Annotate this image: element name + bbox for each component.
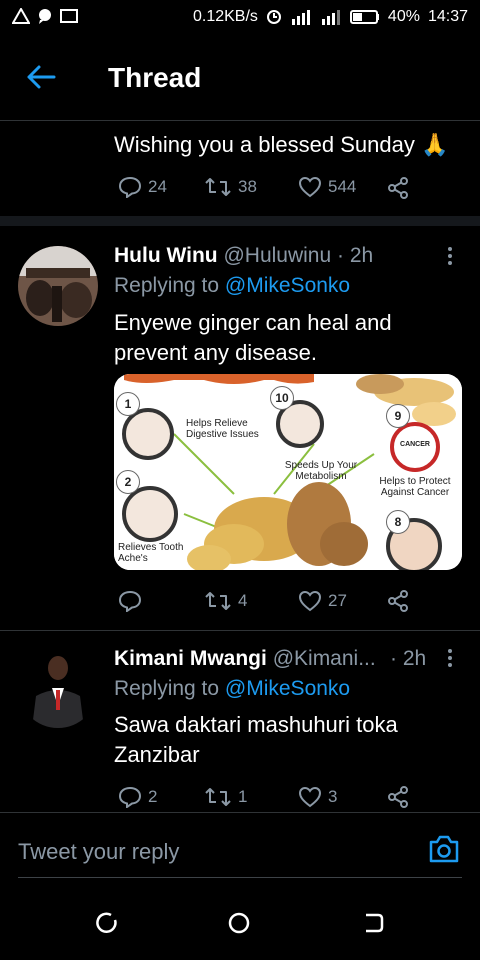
image-label: Relieves Tooth Ache's — [118, 542, 184, 564]
share-icon — [388, 590, 408, 612]
share-button[interactable] — [386, 176, 410, 200]
retweet-icon — [205, 178, 231, 196]
avatar[interactable] — [18, 648, 98, 728]
number-badge: 8 — [386, 510, 410, 534]
like-count: 3 — [328, 787, 338, 806]
reply-button[interactable] — [118, 590, 148, 612]
reply-button[interactable]: 24 — [118, 176, 167, 198]
cancer-icon: CANCER — [390, 422, 440, 472]
battery-icon — [349, 10, 379, 24]
more-icon[interactable] — [444, 648, 456, 668]
replying-prefix: Replying to — [114, 677, 220, 700]
tweet-time: · 2h — [337, 244, 374, 267]
reply-icon — [118, 590, 142, 612]
mention-link[interactable]: @MikeSonko — [225, 677, 350, 700]
battery-percent: 40% — [387, 8, 420, 25]
retweet-count: 4 — [238, 591, 248, 610]
cast-icon — [60, 9, 78, 23]
tweet-header: Kimani Mwangi @Kimani... — [114, 647, 376, 671]
retweet-count: 38 — [238, 177, 257, 196]
number-badge: 10 — [270, 386, 294, 410]
reply-button[interactable]: 2 — [118, 786, 157, 808]
image-label: Helps to Protect Against Cancer — [379, 476, 451, 498]
back-arrow-icon[interactable] — [26, 64, 56, 90]
like-icon — [298, 590, 322, 612]
toothache-icon — [122, 486, 178, 542]
tweet-header: Hulu Winu @Huluwinu · 2h — [114, 244, 373, 268]
share-icon — [388, 786, 408, 808]
avatar[interactable] — [18, 246, 98, 326]
page-title: Thread — [108, 62, 202, 93]
section-divider — [0, 216, 480, 226]
user-handle[interactable]: @Kimani... — [273, 647, 376, 670]
main-tweet-text: Wishing you a blessed Sunday 🙏 — [114, 132, 449, 157]
user-name[interactable]: Kimani Mwangi — [114, 647, 267, 670]
number-badge: 1 — [116, 392, 140, 416]
like-button[interactable]: 3 — [298, 786, 337, 808]
share-button[interactable] — [386, 589, 410, 613]
home-icon[interactable] — [228, 912, 250, 934]
signal-icon-2 — [321, 10, 340, 25]
replying-to: Replying to @MikeSonko — [114, 677, 350, 701]
system-nav-bar — [0, 880, 480, 960]
retweet-button[interactable]: 1 — [204, 786, 247, 808]
reply-icon — [118, 176, 142, 198]
replying-to: Replying to @MikeSonko — [114, 274, 350, 298]
retweet-icon — [205, 788, 231, 806]
share-icon — [388, 177, 408, 199]
retweet-button[interactable]: 38 — [204, 176, 257, 198]
retweet-count: 1 — [238, 787, 248, 806]
camera-icon[interactable] — [428, 834, 460, 864]
more-icon[interactable] — [444, 246, 456, 266]
user-handle[interactable]: @Huluwinu — [223, 244, 331, 267]
network-speed: 0.12KB/s — [192, 8, 258, 25]
signal-icon — [291, 10, 310, 25]
like-button[interactable]: 544 — [298, 176, 356, 198]
clock: 14:37 — [427, 8, 468, 25]
retweet-button[interactable]: 4 — [204, 590, 247, 612]
back-icon[interactable] — [362, 912, 384, 934]
image-label: Helps Relieve Digestive Issues — [186, 418, 259, 440]
app-bar: Thread — [0, 36, 480, 121]
number-badge: 2 — [116, 470, 140, 494]
replying-prefix: Replying to — [114, 274, 220, 297]
reply-text: Sawa daktari mashuhuri toka Zanzibar — [114, 712, 398, 767]
reply-text: Enyewe ginger can heal and prevent any d… — [114, 310, 392, 365]
tweet-divider — [0, 630, 480, 631]
number-badge: 9 — [386, 404, 410, 428]
recents-icon[interactable] — [96, 912, 118, 934]
reply-input[interactable]: Tweet your reply — [18, 839, 179, 865]
reply-composer: Tweet your reply — [0, 812, 480, 879]
user-name[interactable]: Hulu Winu — [114, 244, 218, 267]
like-count: 544 — [328, 177, 357, 196]
mention-link[interactable]: @MikeSonko — [225, 274, 350, 297]
chat-bubble-icon — [39, 9, 51, 24]
like-icon — [298, 786, 322, 808]
reply-count: 24 — [148, 177, 167, 196]
like-icon — [298, 176, 322, 198]
status-bar: 0.12KB/s 40% 14:37 — [0, 0, 480, 36]
tweet-image[interactable]: CANCER 1 10 9 2 8 Helps Relieve Digestiv… — [114, 374, 462, 570]
warning-icon — [12, 8, 30, 24]
like-button[interactable]: 27 — [298, 590, 347, 612]
cancer-sign-text: CANCER — [400, 441, 430, 448]
sync-icon — [266, 10, 281, 24]
reply-input-underline — [18, 877, 462, 878]
share-button[interactable] — [386, 785, 410, 809]
reply-count: 2 — [148, 787, 158, 806]
image-label: Speeds Up Your Metabolism — [284, 460, 358, 482]
like-count: 27 — [328, 591, 347, 610]
tweet-time: · 2h — [390, 647, 427, 670]
retweet-icon — [205, 592, 231, 610]
reply-icon — [118, 786, 142, 808]
